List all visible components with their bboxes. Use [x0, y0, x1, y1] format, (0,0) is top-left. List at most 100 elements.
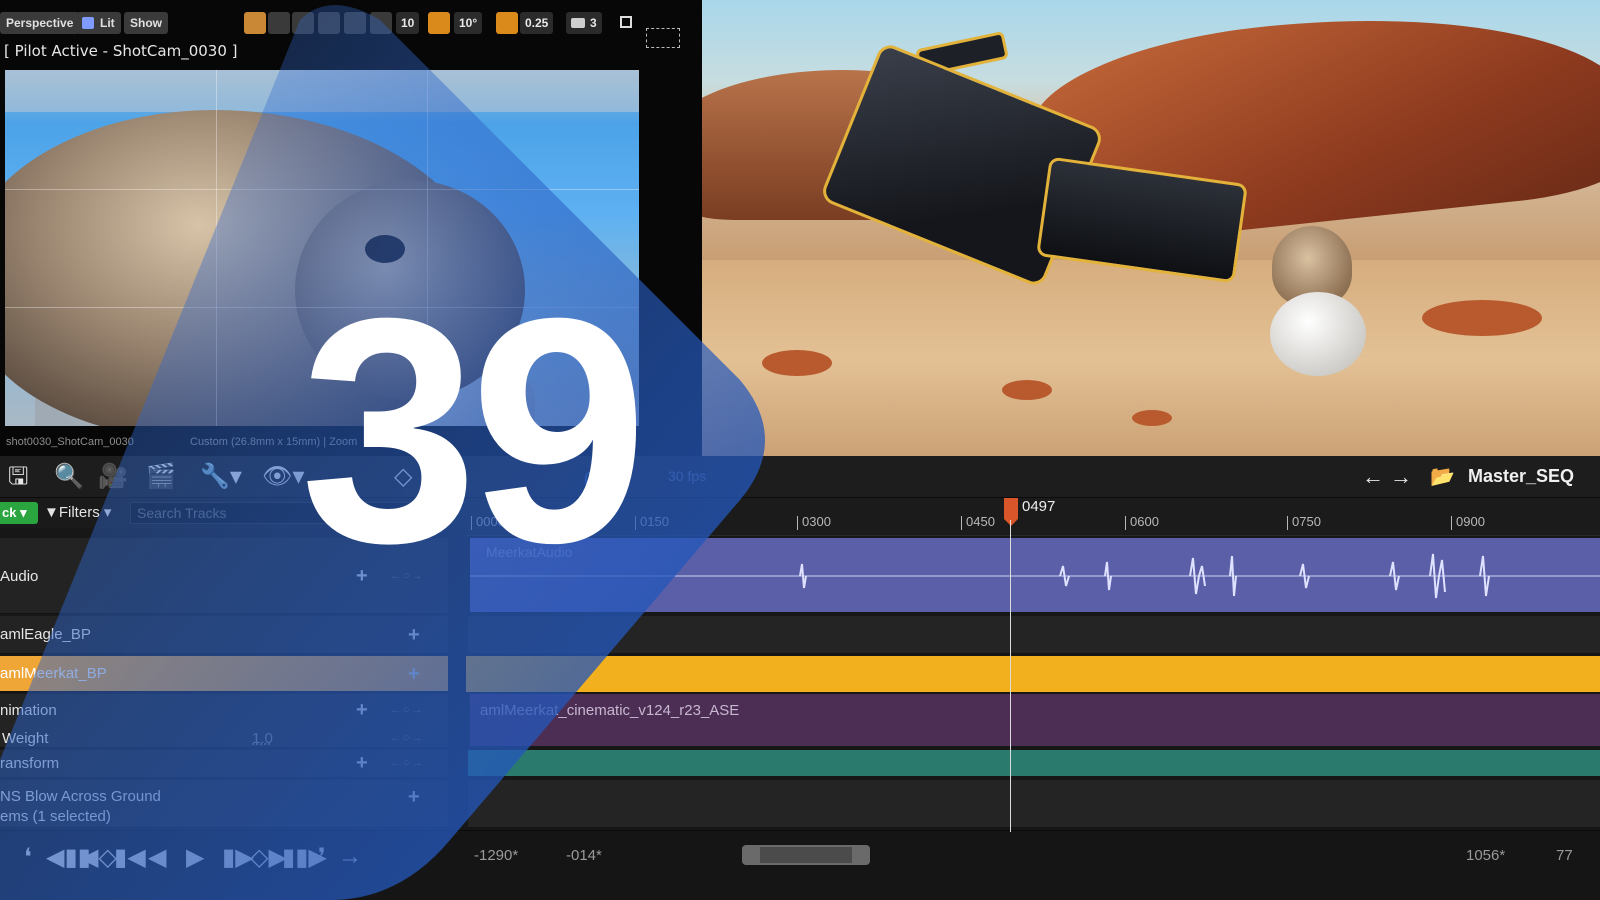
- add-track-button[interactable]: ck ▾: [0, 502, 38, 524]
- shot-name-label: shot0030_ShotCam_0030: [6, 436, 134, 448]
- transform-section-bar[interactable]: [468, 750, 1600, 776]
- fps-selector[interactable]: 30 fps: [668, 468, 706, 484]
- items-selected-status: ems (1 selected): [0, 808, 111, 825]
- playback-range-end[interactable]: 1056*: [1466, 847, 1505, 864]
- filters-button[interactable]: ▼Filters ▾: [44, 502, 111, 524]
- track-name: amlMeerkat_BP: [0, 665, 107, 682]
- sequence-title[interactable]: Master_SEQ: [1468, 466, 1574, 487]
- episode-number: 39: [300, 251, 648, 609]
- grid-snap-icon[interactable]: [370, 12, 392, 34]
- rock: [762, 350, 832, 376]
- viewport-toolbar: Perspective Lit Show 10 10° 0.25 3: [0, 8, 702, 48]
- camera-speed-icon: [571, 18, 585, 28]
- track-name: nimation: [0, 702, 57, 719]
- track-row-transform[interactable]: ransform + ←○→: [0, 750, 1600, 778]
- pilot-active-label: [ Pilot Active - ShotCam_0030 ]: [4, 42, 238, 60]
- timeline-scrollbar[interactable]: [742, 845, 870, 865]
- ruler-tick: 0450: [961, 514, 995, 530]
- add-track-icon[interactable]: +: [408, 664, 420, 684]
- playhead-frame: 0497: [1022, 498, 1056, 515]
- egg-prop[interactable]: [1270, 292, 1366, 376]
- track-row-eagle[interactable]: amlEagle_BP +: [0, 616, 1600, 654]
- show-button[interactable]: Show: [124, 12, 168, 34]
- ruler-tick: 0150: [635, 514, 669, 530]
- playhead-handle[interactable]: [1004, 498, 1018, 526]
- animation-clip-name: amlMeerkat_cinematic_v124_r23_ASE: [480, 702, 740, 719]
- jump-start-icon[interactable]: ❛: [24, 843, 32, 872]
- jump-end-icon[interactable]: ❜: [318, 843, 326, 872]
- track-name: Audio: [0, 568, 39, 585]
- grid-snap-value[interactable]: 10: [396, 12, 420, 34]
- eye-icon[interactable]: 👁▾: [262, 464, 305, 490]
- animation-clip[interactable]: amlMeerkat_cinematic_v124_r23_ASE: [470, 694, 1600, 746]
- play-icon[interactable]: ▶: [186, 843, 204, 872]
- thirds-guide-vertical: [216, 70, 217, 426]
- lit-button[interactable]: Lit: [76, 12, 121, 34]
- playhead-line: [1010, 520, 1011, 832]
- ruler-tick: 0900: [1451, 514, 1485, 530]
- view-range-end[interactable]: 77: [1556, 847, 1573, 864]
- track-row-meerkat[interactable]: amlMeerkat_BP +: [0, 656, 1600, 692]
- camera-icon[interactable]: 🎥: [98, 464, 128, 490]
- step-forward-icon[interactable]: ▮▶: [222, 843, 254, 872]
- translate-icon[interactable]: [244, 12, 266, 34]
- view-range-start[interactable]: -1290*: [474, 847, 518, 864]
- search-icon[interactable]: 🔍: [54, 464, 84, 490]
- rotation-snap-icon[interactable]: [428, 12, 450, 34]
- rotate-icon[interactable]: [268, 12, 290, 34]
- key-nav-icon[interactable]: ←○→: [390, 704, 425, 716]
- desert-ground: [702, 260, 1600, 456]
- scale-snap-icon[interactable]: [496, 12, 518, 34]
- wrench-icon[interactable]: 🔧▾: [200, 464, 242, 490]
- camera-speed-value: 3: [590, 16, 597, 30]
- play-reverse-icon[interactable]: ◀: [148, 843, 166, 872]
- add-track-label: ck: [2, 505, 17, 520]
- rock: [1002, 380, 1052, 400]
- track-row-animation[interactable]: nimation + ←○→ Weight 1.0 ←○→ amlMeerkat…: [0, 694, 1600, 748]
- world-local-icon[interactable]: [318, 12, 340, 34]
- scene-viewport[interactable]: [702, 0, 1600, 456]
- weight-value[interactable]: 1.0: [252, 730, 273, 747]
- rotation-snap-value[interactable]: 10°: [454, 12, 483, 34]
- ruler-tick: 0300: [797, 514, 831, 530]
- sequencer-toolbar: 🖫 🔍 🎥 🎬 🔧▾ 👁▾ ◇ ∩ 30 fps ←→ 📂 Master_SEQ: [0, 456, 1600, 498]
- lit-label: Lit: [100, 16, 115, 30]
- key-nav-icon[interactable]: ←○→: [390, 732, 425, 744]
- camera-speed-button[interactable]: 3: [566, 12, 602, 34]
- playback-range-start[interactable]: -014*: [566, 847, 602, 864]
- history-nav-arrows-icon[interactable]: ←→: [1362, 464, 1418, 490]
- scale-icon[interactable]: [292, 12, 314, 34]
- track-row-audio[interactable]: Audio + ←○→ MeerkatAudio: [0, 538, 1600, 614]
- lit-cube-icon: [82, 17, 94, 29]
- scale-snap-value[interactable]: 0.25: [520, 12, 554, 34]
- ruler-tick: 0750: [1287, 514, 1321, 530]
- rock: [1422, 300, 1542, 336]
- save-icon[interactable]: 🖫: [8, 464, 28, 490]
- track-row-niagara[interactable]: NS Blow Across Ground + ems (1 selected): [0, 780, 1600, 828]
- track-name: amlEagle_BP: [0, 626, 91, 643]
- ruler-tick: 0600: [1125, 514, 1159, 530]
- prev-key-icon[interactable]: ◀◇: [80, 843, 117, 872]
- rock: [1132, 410, 1172, 426]
- maximize-icon[interactable]: [620, 16, 632, 28]
- thirds-guide-horizontal: [5, 189, 639, 190]
- add-track-icon[interactable]: +: [408, 787, 420, 807]
- key-nav-icon[interactable]: ←○→: [390, 757, 425, 769]
- add-key-icon[interactable]: +: [356, 753, 368, 773]
- transport-bar: ❛ ◀▮▮ ◀◇ ▮◀ ◀ ▶ ▮▶ ◇▶ ▮▮▶ ❜ → -1290* -01…: [0, 830, 1600, 900]
- weight-label: Weight: [2, 730, 49, 747]
- clapper-icon[interactable]: 🎬: [146, 464, 176, 490]
- step-back-icon[interactable]: ▮◀: [114, 843, 146, 872]
- add-key-icon[interactable]: +: [356, 700, 368, 720]
- perspective-button[interactable]: Perspective: [0, 12, 80, 34]
- meerkat-section-bar[interactable]: [466, 656, 1600, 692]
- filters-label: Filters: [58, 504, 100, 521]
- surface-snap-icon[interactable]: [344, 12, 366, 34]
- layout-icon[interactable]: [646, 28, 680, 48]
- track-name: ransform: [0, 755, 60, 772]
- filter-funnel-icon: ▼: [44, 504, 59, 521]
- sequencer-panel: 🖫 🔍 🎥 🎬 🔧▾ 👁▾ ◇ ∩ 30 fps ←→ 📂 Master_SEQ…: [0, 456, 1600, 900]
- add-track-icon[interactable]: +: [408, 625, 420, 645]
- folder-icon[interactable]: 📂: [1430, 464, 1455, 489]
- loop-icon[interactable]: →: [338, 843, 362, 871]
